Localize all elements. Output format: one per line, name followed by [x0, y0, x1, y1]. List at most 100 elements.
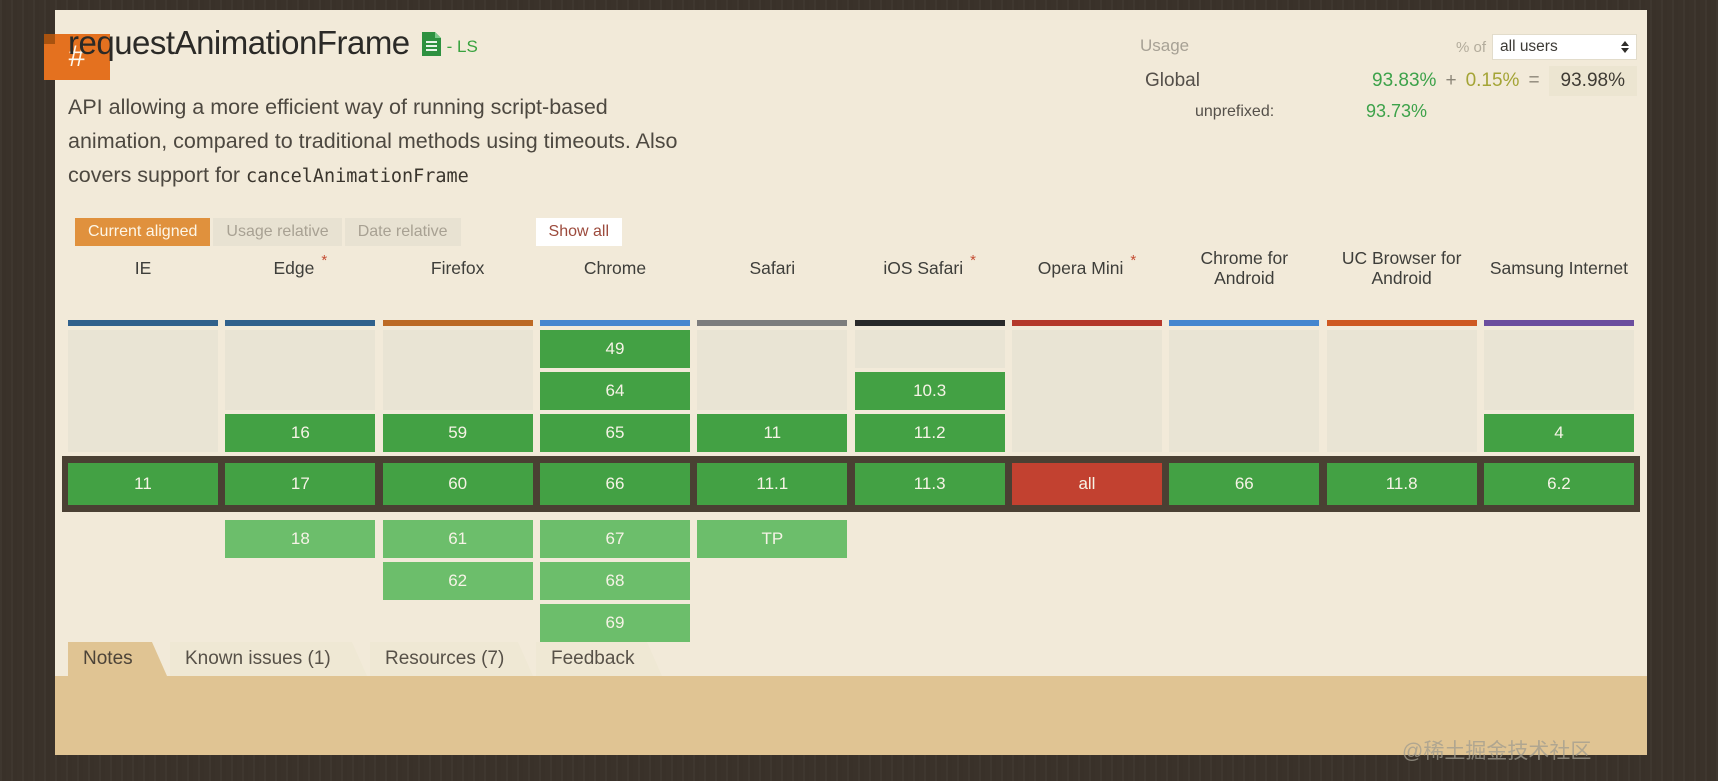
- browser-header: iOS Safari *: [855, 236, 1005, 300]
- unprefixed-value: 93.73%: [1366, 101, 1427, 122]
- version-cell: 49: [540, 330, 690, 368]
- usage-label: Usage: [1140, 36, 1189, 56]
- browser-header: Chrome: [540, 236, 690, 300]
- usage-partial-percent: 0.15%: [1466, 70, 1520, 92]
- note-asterisk: *: [1130, 251, 1136, 271]
- usage-total-percent: 93.98%: [1549, 66, 1637, 96]
- version-cell-unknown: [1012, 330, 1162, 452]
- version-cells: all: [1012, 330, 1162, 642]
- plus-sign: +: [1445, 70, 1456, 92]
- info-tabs: NotesKnown issues (1)Resources (7)Feedba…: [68, 642, 665, 676]
- browser-header: Opera Mini*: [1012, 236, 1162, 300]
- version-cell: 67: [540, 520, 690, 558]
- browser-column: Safari1111.1TP: [697, 236, 847, 642]
- equals-sign: =: [1528, 70, 1539, 92]
- version-cells: 46.2: [1484, 330, 1634, 642]
- browser-column: UC Browser for Android11.8: [1327, 236, 1477, 642]
- percent-of-label: % of: [1456, 39, 1486, 56]
- usage-filter: % of all users: [1456, 34, 1637, 60]
- version-cell: all: [1012, 463, 1162, 505]
- version-cell-unknown: [855, 330, 1005, 368]
- browser-color-bar: [1169, 320, 1319, 326]
- main-panel: # requestAnimationFrame - LS API allowin…: [55, 10, 1647, 755]
- note-asterisk: *: [321, 251, 327, 271]
- browser-color-bar: [1012, 320, 1162, 326]
- version-cell: 64: [540, 372, 690, 410]
- browser-column: Edge * 161718: [225, 236, 375, 642]
- browser-columns: IE11Edge*161718Firefox59606162Chrome4964…: [68, 236, 1634, 642]
- tab-resources[interactable]: Resources (7): [370, 642, 533, 676]
- browser-color-bar: [540, 320, 690, 326]
- browser-column: Firefox59606162: [383, 236, 533, 642]
- description-line: animation, compared to traditional metho…: [68, 129, 678, 153]
- browser-name: Chrome: [584, 258, 646, 278]
- browser-column: Opera Mini* all: [1012, 236, 1162, 642]
- tab-notes[interactable]: Notes: [68, 642, 167, 676]
- version-cell: 11: [697, 414, 847, 452]
- users-dropdown[interactable]: all users: [1492, 34, 1637, 60]
- tab-known-issues[interactable]: Known issues (1): [170, 642, 367, 676]
- dropdown-arrows-icon: [1621, 41, 1629, 53]
- spec-document-icon[interactable]: [422, 32, 441, 61]
- version-cells: 11: [68, 330, 218, 642]
- feature-header: requestAnimationFrame - LS: [68, 24, 478, 62]
- note-asterisk: *: [970, 251, 976, 271]
- version-cells: 49646566676869: [540, 330, 690, 642]
- browser-name: Safari: [749, 258, 795, 278]
- version-cell-unknown: [1169, 330, 1319, 452]
- browser-header: UC Browser for Android: [1327, 236, 1477, 300]
- browser-color-bar: [1484, 320, 1634, 326]
- version-cell-unknown: [1327, 330, 1477, 452]
- page-title: requestAnimationFrame: [68, 24, 410, 62]
- description-line: covers support for: [68, 163, 246, 187]
- version-cell: 11.3: [855, 463, 1005, 505]
- users-dropdown-value: all users: [1500, 38, 1558, 56]
- version-cells: 1111.1TP: [697, 330, 847, 642]
- version-cell: 18: [225, 520, 375, 558]
- browser-color-bar: [225, 320, 375, 326]
- version-cell: 68: [540, 562, 690, 600]
- version-cell: 66: [1169, 463, 1319, 505]
- browser-header: Safari: [697, 236, 847, 300]
- version-cell-unknown: [383, 330, 533, 410]
- browser-column: IE 11: [68, 236, 218, 642]
- browser-name: Samsung Internet: [1490, 258, 1628, 278]
- version-cell: 59: [383, 414, 533, 452]
- version-cells: 66: [1169, 330, 1319, 642]
- version-cell: 62: [383, 562, 533, 600]
- browser-column: Samsung Internet46.2: [1484, 236, 1634, 642]
- version-cell-unknown: [697, 330, 847, 410]
- version-cell: 10.3: [855, 372, 1005, 410]
- spec-status-link[interactable]: - LS: [447, 37, 478, 57]
- version-cells: 59 60 61 62: [383, 330, 533, 642]
- browser-header: Samsung Internet: [1484, 236, 1634, 300]
- browser-color-bar: [383, 320, 533, 326]
- browser-column: Chrome49646566676869: [540, 236, 690, 642]
- tab-feedback[interactable]: Feedback: [536, 642, 662, 676]
- browser-header: IE: [68, 236, 218, 300]
- browser-column: iOS Safari * 10.3 11.2 11.3: [855, 236, 1005, 642]
- inline-code: cancelAnimationFrame: [246, 166, 469, 187]
- browser-name: iOS Safari: [883, 258, 963, 278]
- version-cell: 11: [68, 463, 218, 505]
- feature-description: API allowing a more efficient way of run…: [68, 90, 678, 194]
- browser-name: Edge: [273, 258, 314, 278]
- version-cell: 11.1: [697, 463, 847, 505]
- support-table: IE11Edge*161718Firefox59606162Chrome4964…: [68, 236, 1634, 642]
- browser-column: Chrome for Android 66: [1169, 236, 1319, 642]
- version-cell: 11.2: [855, 414, 1005, 452]
- unprefixed-label: unprefixed:: [1195, 103, 1274, 121]
- version-cell: 69: [540, 604, 690, 642]
- version-cell: 60: [383, 463, 533, 505]
- version-cells: 161718: [225, 330, 375, 642]
- version-cell: 61: [383, 520, 533, 558]
- browser-color-bar: [697, 320, 847, 326]
- browser-color-bar: [1327, 320, 1477, 326]
- browser-name: IE: [135, 258, 152, 278]
- version-cell-unknown: [225, 330, 375, 410]
- browser-name: Chrome for Android: [1169, 248, 1319, 288]
- version-cell: 6.2: [1484, 463, 1634, 505]
- version-cell-unknown: [68, 330, 218, 452]
- version-cell: 65: [540, 414, 690, 452]
- version-cell: 4: [1484, 414, 1634, 452]
